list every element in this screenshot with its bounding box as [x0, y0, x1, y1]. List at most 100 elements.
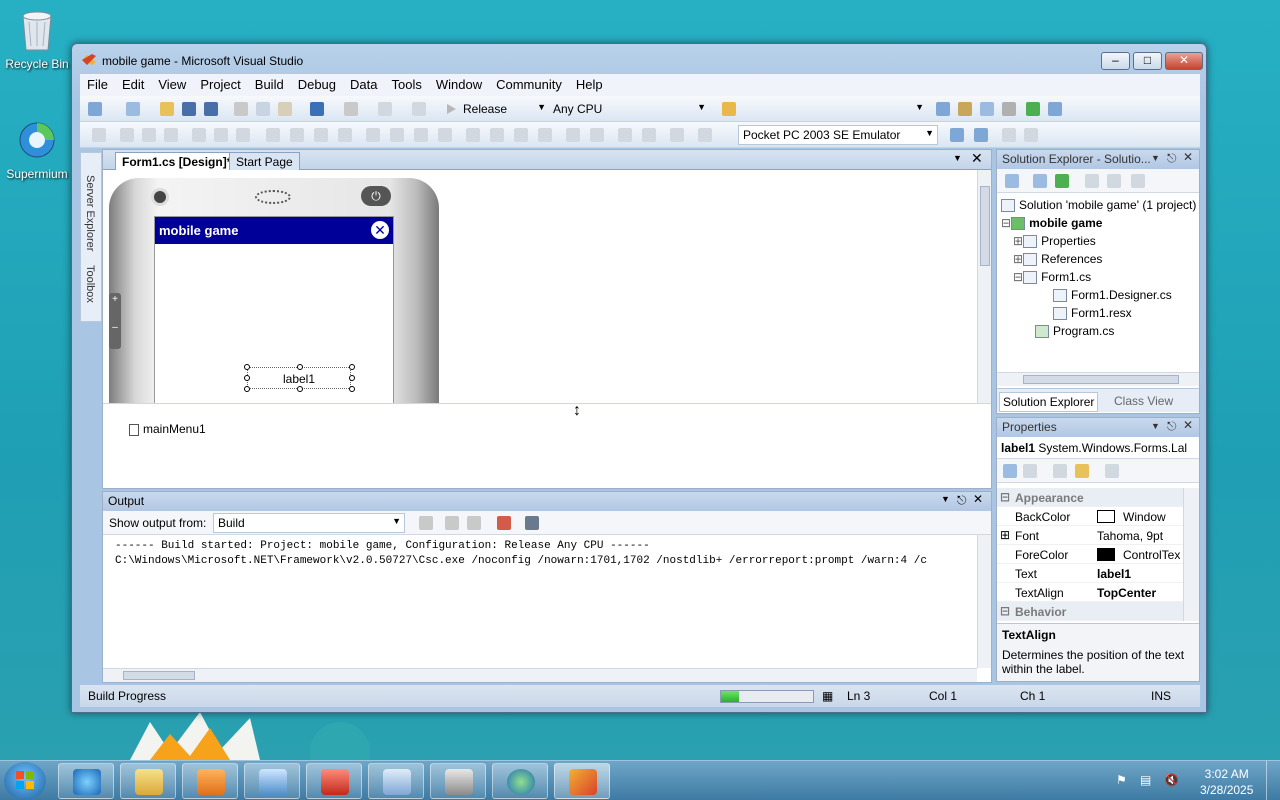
decrease-horizontal-spacing-icon[interactable] — [414, 128, 428, 142]
property-row-text[interactable]: Text label1 — [997, 564, 1183, 583]
category-behavior[interactable]: ⊟ Behavior — [997, 602, 1183, 621]
tab-order-icon[interactable] — [670, 128, 684, 142]
taskbar-network[interactable] — [368, 763, 424, 799]
increase-vertical-spacing-icon[interactable] — [490, 128, 504, 142]
bring-to-front-icon[interactable] — [618, 128, 632, 142]
menu-debug[interactable]: Debug — [291, 74, 343, 96]
menu-edit[interactable]: Edit — [115, 74, 151, 96]
output-text[interactable]: ------ Build started: Project: mobile ga… — [115, 539, 975, 569]
window-position-icon[interactable]: ▼ — [1151, 153, 1160, 163]
output-vertical-scrollbar[interactable] — [977, 535, 991, 668]
menu-data[interactable]: Data — [343, 74, 384, 96]
refresh-icon[interactable] — [1055, 174, 1069, 188]
view-designer-icon[interactable] — [1107, 174, 1121, 188]
scrollbar-thumb[interactable] — [123, 671, 195, 680]
undo-icon[interactable] — [310, 102, 324, 116]
make-same-size-icon[interactable] — [314, 128, 328, 142]
show-all-files-icon[interactable] — [1033, 174, 1047, 188]
form-close-icon[interactable]: ✕ — [371, 221, 389, 239]
category-appearance[interactable]: ⊟ Appearance — [997, 488, 1183, 507]
tree-item-solution[interactable]: Solution 'mobile game' (1 project) — [1001, 198, 1196, 213]
solution-explorer-horizontal-scrollbar[interactable] — [997, 372, 1199, 386]
menu-help[interactable]: Help — [569, 74, 610, 96]
align-to-grid-icon[interactable] — [92, 128, 106, 142]
toggle-word-wrap-icon[interactable] — [525, 516, 539, 530]
window-position-icon[interactable]: ▼ — [941, 494, 950, 504]
taskbar-internet-explorer[interactable] — [58, 763, 114, 799]
redo-icon[interactable] — [344, 102, 358, 116]
minimize-button[interactable]: – — [1101, 52, 1130, 70]
close-document-icon[interactable]: ✕ — [971, 150, 983, 167]
send-to-back-icon[interactable] — [642, 128, 656, 142]
decrease-vertical-spacing-icon[interactable] — [514, 128, 528, 142]
maximize-button[interactable]: □ — [1133, 52, 1162, 70]
resize-handle[interactable] — [297, 386, 303, 392]
active-files-chevron-icon[interactable]: ▼ — [953, 153, 962, 163]
find-combo[interactable]: ▼ — [740, 99, 928, 119]
resize-handle[interactable] — [244, 375, 250, 381]
resize-handle[interactable] — [349, 386, 355, 392]
center-vertically-icon[interactable] — [590, 128, 604, 142]
connect-to-device-icon[interactable] — [950, 128, 964, 142]
tree-item-form1-resx[interactable]: Form1.resx — [1053, 306, 1132, 321]
menu-community[interactable]: Community — [489, 74, 569, 96]
vertical-spacing-icon[interactable] — [466, 128, 480, 142]
object-browser-icon[interactable] — [980, 102, 994, 116]
taskbar-media-player[interactable] — [182, 763, 238, 799]
make-same-height-icon[interactable] — [290, 128, 304, 142]
property-row-textalign[interactable]: TextAlign TopCenter — [997, 583, 1183, 602]
collapse-icon[interactable]: ⊟ — [1000, 604, 1010, 618]
align-bottoms-icon[interactable] — [236, 128, 250, 142]
properties-window-icon[interactable] — [958, 102, 972, 116]
navigate-forward-icon[interactable] — [412, 102, 426, 116]
view-code-icon[interactable] — [1085, 174, 1099, 188]
navigate-backward-icon[interactable] — [378, 102, 392, 116]
clock[interactable]: 3:02 AM 3/28/2025 — [1200, 766, 1253, 798]
action-center-flag-icon[interactable]: ⚑ — [1116, 773, 1127, 787]
toolbar-options-icon[interactable] — [698, 128, 712, 142]
size-to-grid-icon[interactable] — [338, 128, 352, 142]
main-menu-component[interactable]: mainMenu1 — [129, 422, 206, 436]
tree-item-program[interactable]: Program.cs — [1035, 324, 1114, 339]
find-in-files-icon[interactable] — [722, 102, 736, 116]
resize-handle[interactable] — [349, 364, 355, 370]
new-project-icon[interactable] — [88, 102, 102, 116]
add-item-icon[interactable] — [126, 102, 140, 116]
increase-horizontal-spacing-icon[interactable] — [390, 128, 404, 142]
remove-vertical-spacing-icon[interactable] — [538, 128, 552, 142]
previous-message-icon[interactable] — [445, 516, 459, 530]
output-horizontal-scrollbar[interactable] — [103, 668, 977, 682]
start-button[interactable] — [4, 762, 46, 800]
property-row-font[interactable]: ⊞ Font Tahoma, 9pt — [997, 526, 1183, 545]
start-debugging-icon[interactable] — [444, 102, 458, 116]
taskbar-tools[interactable] — [430, 763, 486, 799]
menu-project[interactable]: Project — [193, 74, 247, 96]
close-button[interactable]: ✕ — [1165, 52, 1203, 70]
taskbar-file-explorer[interactable] — [120, 763, 176, 799]
close-output-icon[interactable]: ✕ — [973, 492, 983, 506]
resize-handle[interactable] — [244, 364, 250, 370]
network-status-icon[interactable]: ▤ — [1140, 773, 1151, 787]
solution-configuration-select[interactable]: Release ▼ — [458, 99, 550, 119]
taskbar-visual-studio[interactable] — [554, 763, 610, 799]
show-desktop-button[interactable] — [1266, 761, 1280, 800]
close-panel-icon[interactable]: ✕ — [1183, 150, 1193, 164]
remove-horizontal-spacing-icon[interactable] — [438, 128, 452, 142]
events-icon[interactable] — [1075, 464, 1089, 478]
tree-item-form1-designer[interactable]: Form1.Designer.cs — [1053, 288, 1172, 303]
resize-handle[interactable] — [297, 364, 303, 370]
align-lefts-icon[interactable] — [120, 128, 134, 142]
resize-handle[interactable] — [244, 386, 250, 392]
menu-file[interactable]: File — [80, 74, 115, 96]
solution-platform-select[interactable]: Any CPU ▼ — [548, 99, 710, 119]
collapse-icon[interactable]: ⊟ — [1001, 216, 1011, 230]
horizontal-spacing-icon[interactable] — [366, 128, 380, 142]
property-row-backcolor[interactable]: BackColor Window — [997, 507, 1183, 526]
tab-start-page[interactable]: Start Page — [229, 152, 300, 170]
form-designer-canvas[interactable]: ⏻ mobile game ✕ label1 + – — [103, 170, 977, 403]
align-middles-icon[interactable] — [214, 128, 228, 142]
save-all-icon[interactable] — [204, 102, 218, 116]
property-row-forecolor[interactable]: ForeColor ControlTex — [997, 545, 1183, 564]
auto-hide-pin-icon[interactable]: ⎋ — [1167, 151, 1177, 166]
taskbar-toolbox[interactable] — [306, 763, 362, 799]
